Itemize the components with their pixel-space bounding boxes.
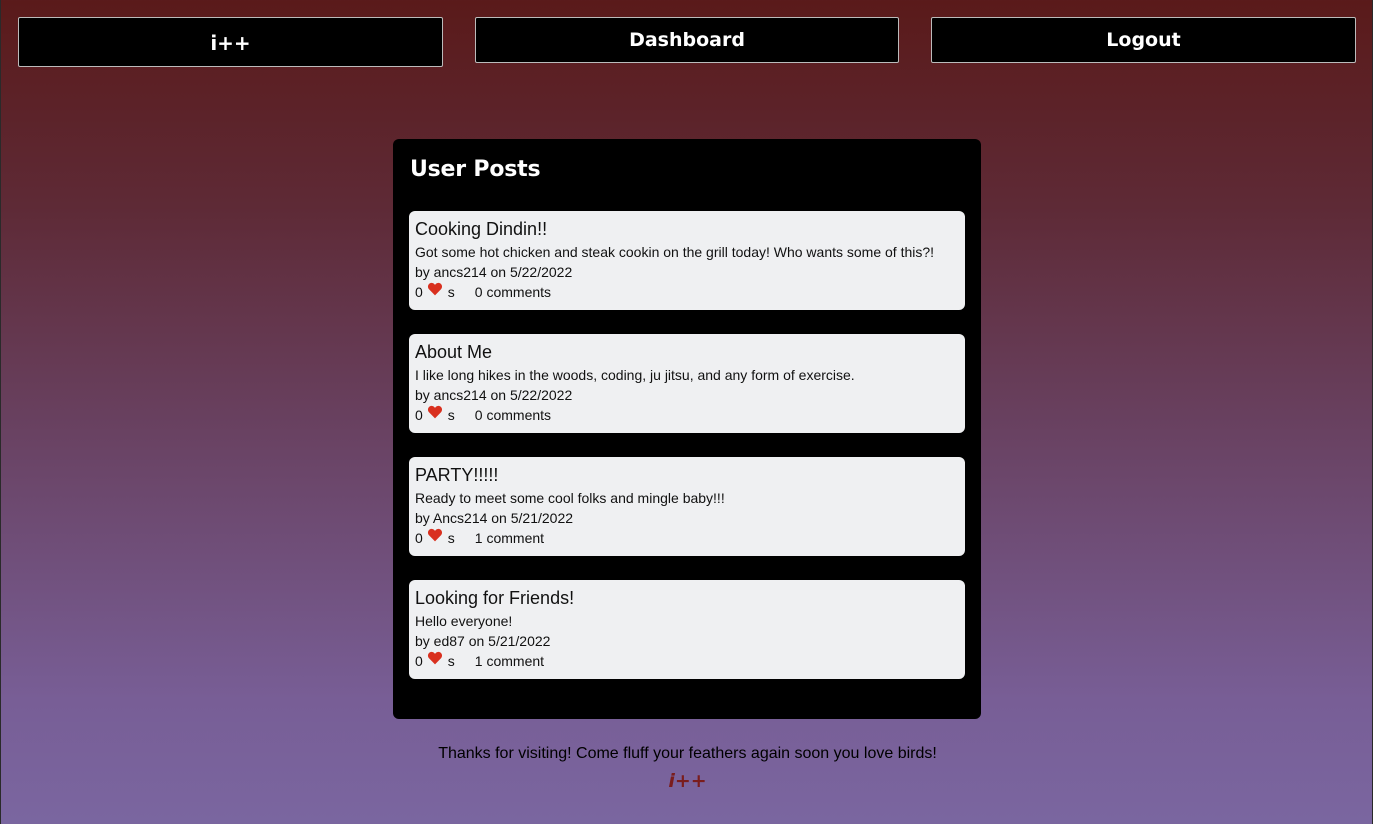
heart-icon[interactable] [427, 527, 443, 543]
post-stats: 0 s 0 comments [415, 405, 959, 425]
comments-link[interactable]: 1 comment [475, 651, 544, 671]
post-title[interactable]: PARTY!!!!! [415, 464, 959, 486]
like-suffix: s [447, 653, 455, 669]
like-count: 0 [415, 407, 423, 423]
like-suffix: s [447, 284, 455, 300]
post-body: I like long hikes in the woods, coding, … [415, 367, 855, 383]
heart-icon[interactable] [427, 281, 443, 297]
post-meta: by Ancs214 on 5/21/2022 [415, 510, 574, 526]
post-title[interactable]: About Me [415, 341, 959, 363]
dashboard-button[interactable]: Dashboard [475, 17, 899, 63]
home-button[interactable]: i++ [18, 17, 443, 67]
post-stats: 0 s 0 comments [415, 282, 959, 302]
heart-icon[interactable] [427, 404, 443, 420]
post-body: Hello everyone! [415, 613, 513, 629]
post-stats: 0 s 1 comment [415, 651, 959, 671]
post-body: Got some hot chicken and steak cookin on… [415, 244, 935, 260]
like-count: 0 [415, 653, 423, 669]
footer-message: Thanks for visiting! Come fluff your fea… [438, 745, 937, 762]
panel-title: User Posts [410, 157, 541, 182]
post-meta: by ancs214 on 5/22/2022 [415, 387, 573, 403]
comments-link[interactable]: 0 comments [475, 282, 551, 302]
footer-logo: i++ [668, 770, 707, 792]
comments-link[interactable]: 1 comment [475, 528, 544, 548]
heart-icon[interactable] [427, 650, 443, 666]
post-card[interactable]: About Me I like long hikes in the woods,… [409, 334, 965, 433]
post-body: Ready to meet some cool folks and mingle… [415, 490, 725, 506]
post-card[interactable]: PARTY!!!!! Ready to meet some cool folks… [409, 457, 965, 556]
post-meta: by ed87 on 5/21/2022 [415, 633, 551, 649]
post-meta: by ancs214 on 5/22/2022 [415, 264, 573, 280]
logout-button[interactable]: Logout [931, 17, 1356, 63]
post-title[interactable]: Cooking Dindin!! [415, 218, 959, 240]
like-suffix: s [447, 407, 455, 423]
post-stats: 0 s 1 comment [415, 528, 959, 548]
post-card[interactable]: Cooking Dindin!! Got some hot chicken an… [409, 211, 965, 310]
comments-link[interactable]: 0 comments [475, 405, 551, 425]
like-count: 0 [415, 284, 423, 300]
user-posts-panel: User Posts Cooking Dindin!! Got some hot… [393, 139, 981, 719]
like-suffix: s [447, 530, 455, 546]
like-count: 0 [415, 530, 423, 546]
post-card[interactable]: Looking for Friends! Hello everyone! by … [409, 580, 965, 679]
post-title[interactable]: Looking for Friends! [415, 587, 959, 609]
